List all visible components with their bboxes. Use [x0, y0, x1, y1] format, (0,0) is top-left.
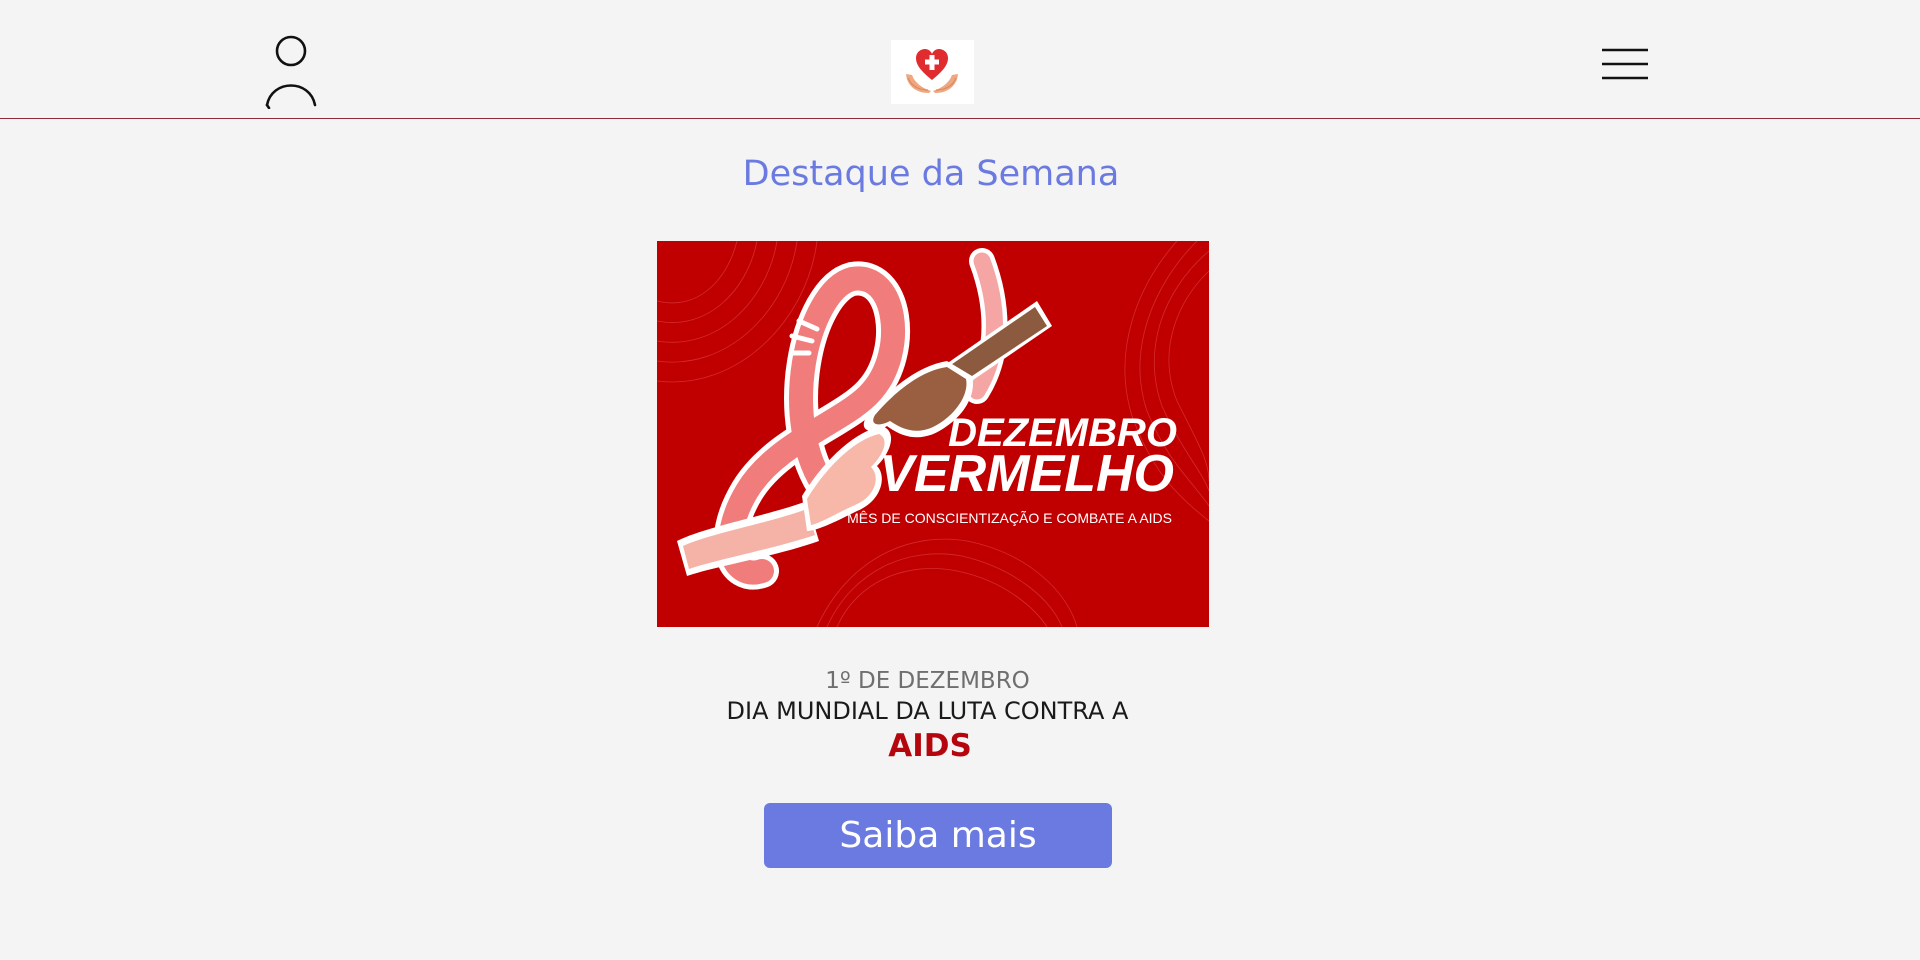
event-date: 1º DE DEZEMBRO — [825, 668, 1030, 694]
user-icon[interactable] — [264, 33, 318, 109]
event-highlight: AIDS — [888, 728, 972, 764]
banner-headline-2: VERMELHO — [879, 445, 1174, 503]
site-header — [0, 0, 1920, 119]
heart-cross-hands-logo — [906, 49, 958, 93]
learn-more-button[interactable]: Saiba mais — [764, 803, 1112, 868]
featured-banner[interactable]: DEZEMBRO VERMELHO MÊS DE CONSCIENTIZAÇÃO… — [657, 241, 1209, 627]
red-ribbon-banner-image: DEZEMBRO VERMELHO MÊS DE CONSCIENTIZAÇÃO… — [657, 241, 1209, 627]
site-logo[interactable] — [891, 40, 974, 104]
hamburger-menu-icon[interactable] — [1600, 46, 1650, 84]
banner-tagline: MÊS DE CONSCIENTIZAÇÃO E COMBATE A AIDS — [847, 510, 1172, 526]
event-subtitle: DIA MUNDIAL DA LUTA CONTRA A — [726, 697, 1129, 725]
section-title: Destaque da Semana — [742, 154, 1120, 194]
